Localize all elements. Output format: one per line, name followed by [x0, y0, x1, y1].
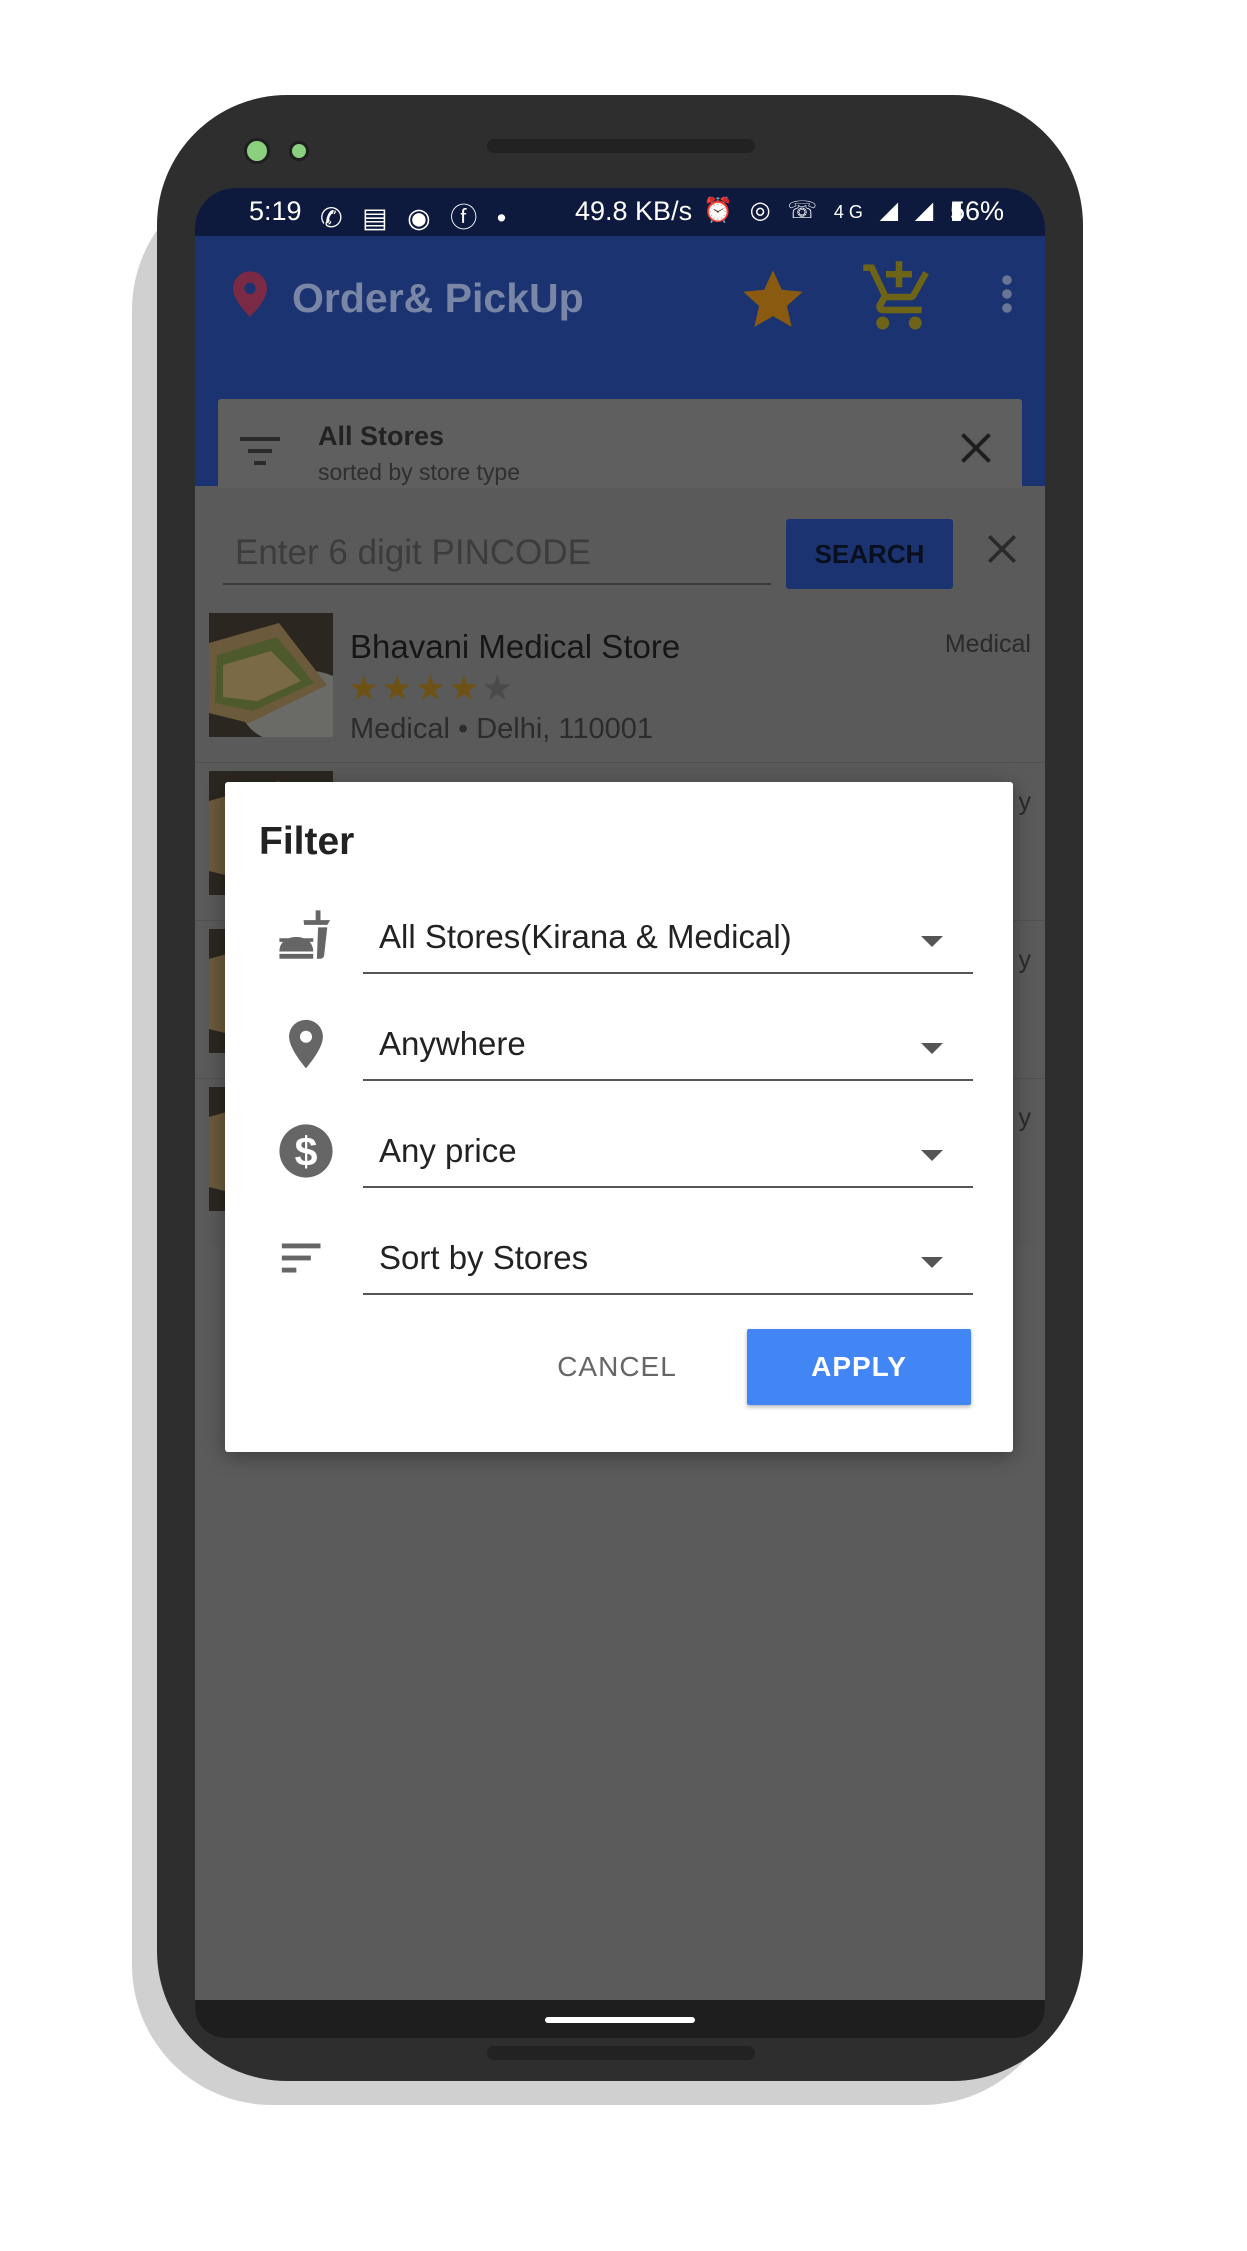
volte-icon: ☏ — [787, 197, 823, 224]
notification-icons: ✆ ▤ ◉ ⓕ • — [320, 196, 512, 235]
store-name: Bhavani Medical Store — [350, 628, 681, 665]
camera-icon — [244, 138, 270, 164]
system-icons: ⏰ ◎ ☏ 4G ◢ ◢ ▮ — [703, 196, 968, 225]
alarm-icon: ⏰ — [703, 197, 738, 224]
price-value: Any price — [379, 1132, 517, 1169]
filter-summary-subtitle: sorted by store type — [318, 459, 520, 485]
price-field[interactable]: $ Any price — [225, 1096, 1013, 1203]
filter-summary-title: All Stores — [318, 421, 445, 451]
earpiece-speaker — [487, 139, 755, 153]
sort-value: Sort by Stores — [379, 1239, 589, 1276]
pincode-input[interactable] — [223, 523, 771, 585]
location-field[interactable]: Anywhere — [225, 989, 1013, 1096]
chevron-down-icon — [921, 1043, 943, 1054]
facebook-icon: ⓕ — [450, 203, 484, 233]
location-pin-icon — [277, 1015, 335, 1073]
store-list-item[interactable]: Bhavani Medical Store Medical ★★★★★ Medi… — [195, 605, 1045, 763]
whatsapp-icon: ✆ — [320, 203, 349, 233]
clear-search-icon[interactable] — [985, 532, 1019, 571]
store-type-select[interactable]: All Stores(Kirana & Medical) — [363, 900, 973, 974]
sort-select[interactable]: Sort by Stores — [363, 1221, 973, 1295]
price-select[interactable]: Any price — [363, 1114, 973, 1188]
bottom-speaker — [487, 2046, 755, 2060]
filter-icon — [240, 435, 280, 472]
svg-text:$: $ — [295, 1129, 318, 1175]
hotspot-icon: ◎ — [749, 197, 776, 224]
4g-icon: 4G — [833, 202, 868, 222]
store-type-value: All Stores(Kirana & Medical) — [379, 918, 792, 955]
clear-filter-icon[interactable] — [958, 430, 994, 471]
location-pin-icon[interactable] — [233, 271, 267, 322]
chevron-down-icon — [921, 936, 943, 947]
news-icon: ▤ — [362, 203, 394, 233]
pinterest-icon: ◉ — [407, 203, 437, 233]
signal-1-icon: ◢ — [879, 197, 904, 224]
sort-field[interactable]: Sort by Stores — [225, 1203, 1013, 1310]
pincode-search-bar: SEARCH — [195, 488, 1045, 604]
status-time: 5:19 — [249, 196, 302, 226]
location-select[interactable]: Anywhere — [363, 1007, 973, 1081]
status-bar: 5:19 ✆ ▤ ◉ ⓕ • 49.8 KB/s ⏰ ◎ ☏ 4G ◢ ◢ ▮ … — [195, 188, 1045, 236]
cancel-button[interactable]: CANCEL — [537, 1329, 697, 1405]
search-button[interactable]: SEARCH — [786, 519, 953, 589]
add-to-cart-icon[interactable] — [860, 258, 938, 341]
rating-full-stars: ★★★★ — [348, 669, 482, 708]
store-type-field[interactable]: All Stores(Kirana & Medical) — [225, 882, 1013, 989]
store-rating-stars: ★★★★★ — [348, 669, 515, 709]
apply-button[interactable]: APPLY — [747, 1329, 971, 1405]
store-type-label: Medical — [944, 630, 1031, 658]
store-thumbnail — [209, 613, 333, 737]
battery-percent: 56% — [950, 196, 1005, 226]
store-location: Medical • Delhi, 110001 — [350, 713, 654, 745]
sensor-icon — [289, 141, 309, 161]
overflow-menu-icon[interactable] — [1001, 274, 1013, 319]
network-speed: 49.8 KB/s — [575, 196, 693, 226]
chevron-down-icon — [921, 1150, 943, 1161]
chevron-down-icon — [921, 1257, 943, 1268]
store-type-label: y — [1018, 946, 1032, 974]
dialog-title: Filter — [259, 820, 355, 863]
restaurant-icon — [277, 908, 335, 966]
signal-2r-icon: ◢ — [914, 197, 939, 224]
store-type-label: y — [1018, 1104, 1032, 1132]
dot-icon: • — [496, 203, 513, 233]
app-title: Order& PickUp — [292, 275, 584, 321]
sort-icon — [277, 1229, 335, 1287]
home-gesture-handle[interactable] — [545, 2017, 695, 2023]
app-bar: Order& PickUp All Stores sorted by store… — [195, 236, 1045, 506]
location-value: Anywhere — [379, 1025, 526, 1062]
dollar-icon: $ — [277, 1122, 335, 1180]
store-type-label: y — [1018, 788, 1032, 816]
rating-half-star: ★ — [481, 669, 515, 708]
filter-dialog: Filter All Stores(Kirana & Medical) Anyw… — [225, 782, 1013, 1452]
favorites-star-icon[interactable] — [738, 266, 808, 339]
